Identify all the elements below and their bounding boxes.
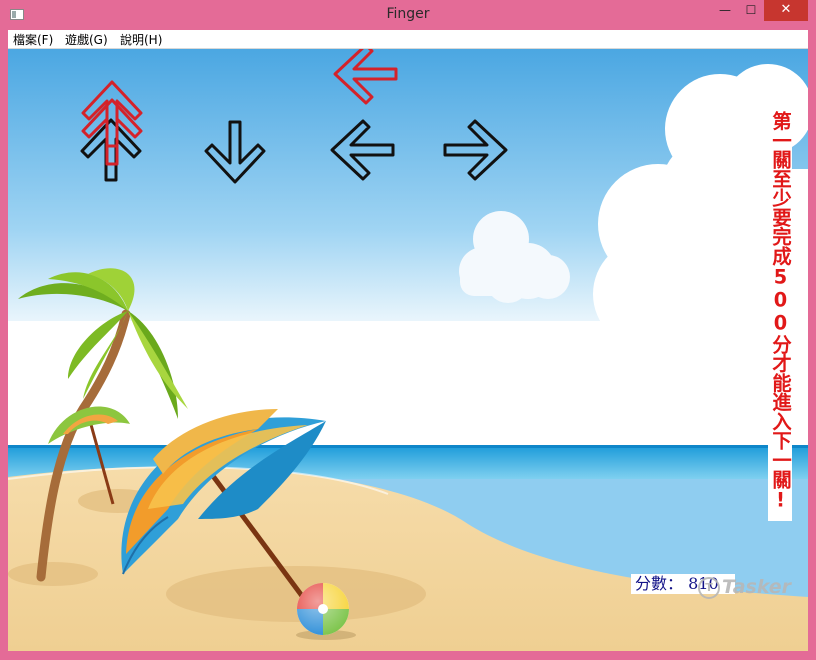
tasker-logo-icon: T — [698, 576, 720, 599]
app-window: Finger — ☐ ✕ 檔案(F) 遊戲(G) 說明(H) 第一關至少要完成5… — [0, 0, 816, 660]
close-button[interactable]: ✕ — [764, 0, 808, 21]
menu-bar: 檔案(F) 遊戲(G) 說明(H) — [8, 30, 808, 49]
target-down-arrow — [204, 120, 266, 184]
umbrella-shadow — [166, 566, 426, 622]
target-left-arrow — [330, 119, 395, 181]
menu-game[interactable]: 遊戲(G) — [65, 31, 108, 48]
instruction-text: 第一關至少要完成500分才能進入下一關! — [769, 110, 792, 512]
game-canvas[interactable]: 第一關至少要完成500分才能進入下一關! 分數： 810 — [8, 49, 808, 651]
instruction-banner: 第一關至少要完成500分才能進入下一關! — [768, 101, 792, 521]
target-right-arrow — [443, 119, 508, 181]
menu-help[interactable]: 說明(H) — [120, 31, 162, 48]
score-label: 分數： — [635, 574, 684, 593]
tasker-watermark: T Tasker — [698, 576, 791, 599]
menu-file[interactable]: 檔案(F) — [13, 31, 53, 48]
falling-up-arrow-2 — [81, 98, 143, 166]
falling-left-arrow — [333, 49, 398, 105]
maximize-button[interactable]: ☐ — [738, 0, 764, 21]
minimize-button[interactable]: — — [712, 0, 738, 21]
watermark-text: Tasker — [722, 576, 792, 598]
title-bar[interactable]: Finger — ☐ ✕ — [0, 0, 816, 30]
window-title: Finger — [386, 6, 430, 22]
